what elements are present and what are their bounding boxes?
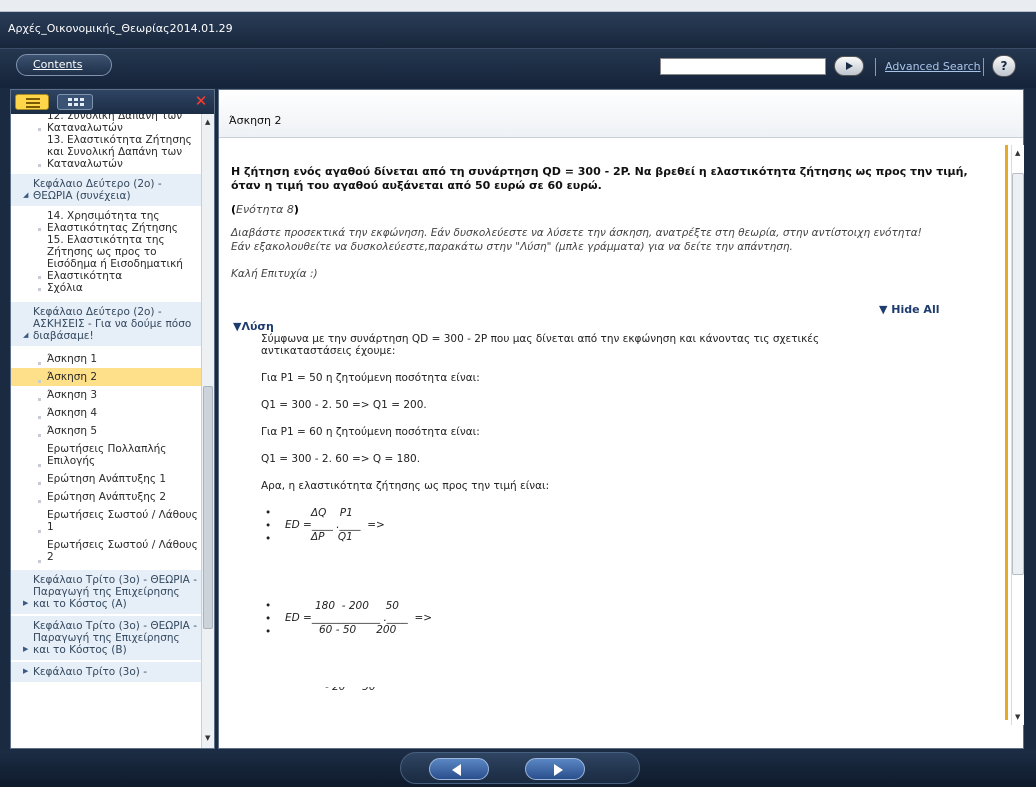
elasticity-result: - 20 50 <box>285 681 961 695</box>
content-accent-line <box>1005 145 1008 720</box>
sidebar: ✕ 12. Συνολική Δαπάνη των Καταναλωτών 13… <box>10 89 215 749</box>
toc-section[interactable]: ▶ Κεφάλαιο Τρίτο (3ο) - ΘΕΩΡΙΑ - Παραγωγ… <box>11 570 201 614</box>
good-luck-text: Καλή Επιτυχία :) <box>231 268 318 280</box>
next-topic-button[interactable] <box>525 758 585 780</box>
exercise-question: Η ζήτηση ενός αγαθού δίνεται από τη συνά… <box>231 165 968 192</box>
main-title-bar: Άσκηση 2 <box>219 90 1023 138</box>
hide-all-toggle[interactable]: ▼ Hide All <box>879 303 939 316</box>
scroll-down-icon[interactable]: ▼ <box>1015 713 1020 721</box>
toc-item[interactable]: Άσκηση 4 <box>11 404 201 422</box>
contents-button[interactable]: Contents <box>16 54 112 76</box>
scroll-up-icon[interactable]: ▲ <box>1015 149 1020 157</box>
main-content-panel: Άσκηση 2 Η ζήτηση ενός αγαθού δίνεται απ… <box>218 89 1024 749</box>
search-input[interactable] <box>660 58 826 75</box>
expanded-arrow-icon: ◢ <box>23 331 29 339</box>
sidebar-scroll-thumb[interactable] <box>203 386 213 629</box>
toc-section[interactable]: ▶ Κεφάλαιο Τρίτο (3ο) - <box>11 662 201 682</box>
toolbar: Contents Advanced Search ? <box>0 48 1036 88</box>
instructions: Διαβάστε προσεκτικά την εκφώνηση. Εάν δυ… <box>231 226 1009 254</box>
formula-numerator: ΔQ P1 <box>311 507 353 519</box>
formula-numerator: 180 - 200 50 <box>315 600 399 612</box>
navigation-controls <box>400 752 640 784</box>
instructions-line-2: Εάν εξακολουθείτε να δυσκολεύεστε,παρακά… <box>231 241 793 253</box>
unit-suffix: ) <box>293 203 299 216</box>
toc-item[interactable]: 15. Ελαστικότητα της Ζήτησης ως προς το … <box>11 234 201 282</box>
collapsed-arrow-icon: ▶ <box>23 599 29 607</box>
toc-item-selected[interactable]: Άσκηση 2 <box>11 368 201 386</box>
bottom-nav-bar <box>0 750 1036 787</box>
toc-section[interactable]: ▶ Κεφάλαιο Τρίτο (3ο) - ΘΕΩΡΙΑ - Παραγωγ… <box>11 616 201 660</box>
solution-line: Για P1 = 50 η ζητούμενη ποσότητα είναι: <box>261 372 480 384</box>
collapsed-arrow-icon: ▶ <box>23 645 29 653</box>
grid-view-icon[interactable] <box>57 94 93 110</box>
solution-intro: Σύμφωνα με την συνάρτηση QD = 300 - 2P π… <box>261 333 820 357</box>
topic-content: Η ζήτηση ενός αγαθού δίνεται από τη συνά… <box>219 139 1009 749</box>
window-title: Αρχές_Οικονομικής_Θεωρίας2014.01.29 <box>8 22 233 35</box>
top-strip <box>0 0 1036 12</box>
solution-line: Αρα, η ελαστικότητα ζήτησης ως προς την … <box>261 480 550 492</box>
solution-toggle[interactable]: ▼Λύση <box>233 320 274 333</box>
close-icon[interactable]: ✕ <box>193 92 209 110</box>
advanced-search-link[interactable]: Advanced Search <box>885 60 981 73</box>
title-bar: Αρχές_Οικονομικής_Θεωρίας2014.01.29 <box>0 12 1036 48</box>
scroll-down-icon[interactable]: ▼ <box>205 734 210 742</box>
elasticity-formula: ΔQ P1 ED =____ .____ => ΔP Q1 • • • <box>265 507 961 562</box>
scroll-up-icon[interactable]: ▲ <box>205 118 210 126</box>
page-title: Άσκηση 2 <box>229 114 282 127</box>
unit-label: Ενότητα 8 <box>236 203 294 216</box>
solution-body: Σύμφωνα με την συνάρτηση QD = 300 - 2P π… <box>261 333 961 695</box>
toc-item[interactable]: Άσκηση 5 <box>11 422 201 440</box>
expanded-arrow-icon: ◢ <box>23 191 29 199</box>
content-scrollbar[interactable]: ▲ ▼ <box>1011 145 1024 725</box>
toolbar-divider <box>983 58 984 76</box>
toc-item[interactable]: Σχόλια <box>11 282 201 294</box>
solution-line: Q1 = 300 - 2. 50 => Q1 = 200. <box>261 399 427 411</box>
bullet: • <box>265 626 272 638</box>
bullet: • <box>265 520 272 532</box>
solution-line: Q1 = 300 - 2. 60 => Q = 180. <box>261 453 421 465</box>
toc-section-label: Κεφάλαιο Τρίτο (3ο) - <box>33 666 147 678</box>
sidebar-header: ✕ <box>11 90 214 114</box>
toc-section-label: Κεφάλαιο Τρίτο (3ο) - ΘΕΩΡΙΑ - Παραγωγή … <box>33 574 197 610</box>
table-of-contents: 12. Συνολική Δαπάνη των Καταναλωτών 13. … <box>11 114 201 748</box>
toc-item[interactable]: Άσκηση 3 <box>11 386 201 404</box>
toc-item[interactable]: Ερώτηση Ανάπτυξης 1 <box>11 470 201 488</box>
content-scroll-thumb[interactable] <box>1012 173 1024 575</box>
toc-section[interactable]: ◢ Κεφάλαιο Δεύτερο (2ο) - ΘΕΩΡΙΑ (συνέχε… <box>11 174 201 206</box>
solution-line: Για P1 = 60 η ζητούμενη ποσότητα είναι: <box>261 426 480 438</box>
toc-item[interactable]: Ερώτηση Ανάπτυξης 2 <box>11 488 201 506</box>
bullet: • <box>265 613 272 625</box>
search-go-button[interactable] <box>834 56 864 76</box>
list-view-icon[interactable] <box>15 94 49 110</box>
formula-numerator: - 20 50 <box>325 681 376 693</box>
previous-topic-button[interactable] <box>429 758 489 780</box>
unit-reference: (Ενότητα 8) <box>231 203 1009 216</box>
instructions-line-1: Διαβάστε προσεκτικά την εκφώνηση. Εάν δυ… <box>231 227 922 239</box>
toc-item[interactable]: Ερωτήσεις Σωστού / Λάθους 1 <box>11 506 201 536</box>
toc-item[interactable]: Ερωτήσεις Σωστού / Λάθους 2 <box>11 536 201 566</box>
bullet: • <box>265 533 272 545</box>
toc-section-label: Κεφάλαιο Δεύτερο (2ο) - ΑΣΚΗΣΕΙΣ - Για ν… <box>33 306 192 342</box>
toolbar-divider <box>875 58 876 76</box>
formula-denominator: 60 - 50 200 <box>319 624 397 636</box>
collapsed-arrow-icon: ▶ <box>23 667 29 675</box>
help-button[interactable]: ? <box>992 55 1016 77</box>
toc-item[interactable]: 13. Ελαστικότητα Ζήτησης και Συνολική Δα… <box>11 134 201 170</box>
toc-item[interactable]: 12. Συνολική Δαπάνη των Καταναλωτών <box>11 114 201 134</box>
formula-denominator: ΔP Q1 <box>311 531 353 543</box>
toc-section-label: Κεφάλαιο Δεύτερο (2ο) - ΘΕΩΡΙΑ (συνέχεια… <box>33 178 162 202</box>
bullet: • <box>265 507 272 519</box>
bullet: • <box>265 600 272 612</box>
formula-main: ED =____ .____ => <box>285 519 385 531</box>
formula-main: ED =_____________ .____ => <box>285 612 433 624</box>
elasticity-calculation: 180 - 200 50 ED =_____________ .____ => … <box>265 600 961 655</box>
toc-item[interactable]: 14. Χρησιμότητα της Ελαστικότητας Ζήτηση… <box>11 210 201 234</box>
sidebar-scrollbar[interactable]: ▲ ▼ <box>201 114 214 748</box>
toc-section[interactable]: ◢ Κεφάλαιο Δεύτερο (2ο) - ΑΣΚΗΣΕΙΣ - Για… <box>11 302 201 346</box>
toc-section-label: Κεφάλαιο Τρίτο (3ο) - ΘΕΩΡΙΑ - Παραγωγή … <box>33 620 197 656</box>
toc-item[interactable]: Άσκηση 1 <box>11 350 201 368</box>
toc-item[interactable]: Ερωτήσεις Πολλαπλής Επιλογής <box>11 440 201 470</box>
